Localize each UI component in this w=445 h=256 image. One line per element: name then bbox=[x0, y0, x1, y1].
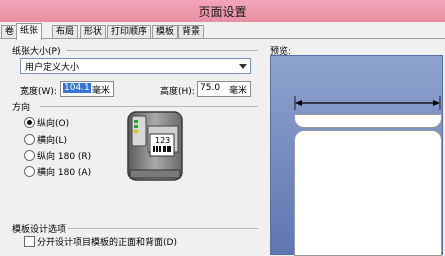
orientation-group-label: 方向 bbox=[12, 103, 31, 113]
tab-shape[interactable]: 形状 bbox=[80, 25, 107, 39]
chevron-down-icon[interactable] bbox=[239, 64, 247, 69]
radio-portrait[interactable] bbox=[24, 117, 35, 128]
separate-front-back-label: 分开设计项目模板的正面和背面(D) bbox=[37, 238, 177, 248]
title-bar: 页面设置 bbox=[0, 0, 445, 22]
height-value: 75.0 bbox=[200, 83, 221, 93]
tab-divider bbox=[0, 38, 445, 39]
width-value: 104.1 bbox=[63, 83, 91, 93]
label-printer-icon bbox=[127, 111, 183, 181]
watermark-url: jingyan.baidu.com bbox=[345, 237, 419, 246]
printer-label-text: 123 bbox=[155, 136, 171, 145]
height-unit: 毫米 bbox=[228, 86, 247, 96]
tab-template[interactable]: 模板 bbox=[152, 25, 179, 39]
width-unit: 毫米 bbox=[91, 86, 110, 96]
width-field[interactable]: 104.1 毫米 bbox=[60, 81, 114, 97]
tab-layout[interactable]: 布局 bbox=[52, 25, 79, 39]
tab-bar: 卷 纸张 布局 形状 打印顺序 模板 背景 bbox=[0, 22, 445, 40]
height-label: 高度(H): bbox=[160, 87, 195, 97]
radio-portrait-label: 纵向(O) bbox=[37, 119, 70, 129]
paper-size-group-label: 纸张大小(P) bbox=[12, 47, 61, 57]
height-field[interactable]: 75.0 毫米 bbox=[197, 81, 251, 97]
tab-background[interactable]: 背景 bbox=[178, 25, 205, 39]
template-design-group-label: 模板设计选项 bbox=[12, 225, 67, 235]
radio-portrait-180-label: 纵向 180 (R) bbox=[37, 152, 92, 162]
paper-size-selected: 用户定义大小 bbox=[25, 63, 80, 73]
separate-front-back-checkbox[interactable] bbox=[24, 236, 35, 247]
radio-landscape-label: 横向(L) bbox=[37, 136, 68, 146]
radio-landscape-180-label: 横向 180 (A) bbox=[37, 168, 92, 178]
radio-landscape-180[interactable] bbox=[24, 166, 35, 177]
orientation-group-rule bbox=[40, 106, 258, 107]
tab-paper[interactable]: 纸张 bbox=[16, 23, 43, 40]
tab-print-order[interactable]: 打印顺序 bbox=[107, 25, 152, 39]
window-title: 页面设置 bbox=[198, 5, 247, 19]
preview-label-top bbox=[294, 114, 442, 128]
paper-size-group-rule bbox=[66, 50, 258, 51]
watermark-logo: Bai 经验 bbox=[337, 206, 404, 225]
width-label: 宽度(W): bbox=[20, 87, 57, 97]
radio-portrait-180[interactable] bbox=[24, 150, 35, 161]
radio-landscape[interactable] bbox=[24, 134, 35, 145]
template-design-group-rule bbox=[68, 228, 258, 229]
paper-size-select[interactable]: 用户定义大小 bbox=[20, 58, 251, 74]
